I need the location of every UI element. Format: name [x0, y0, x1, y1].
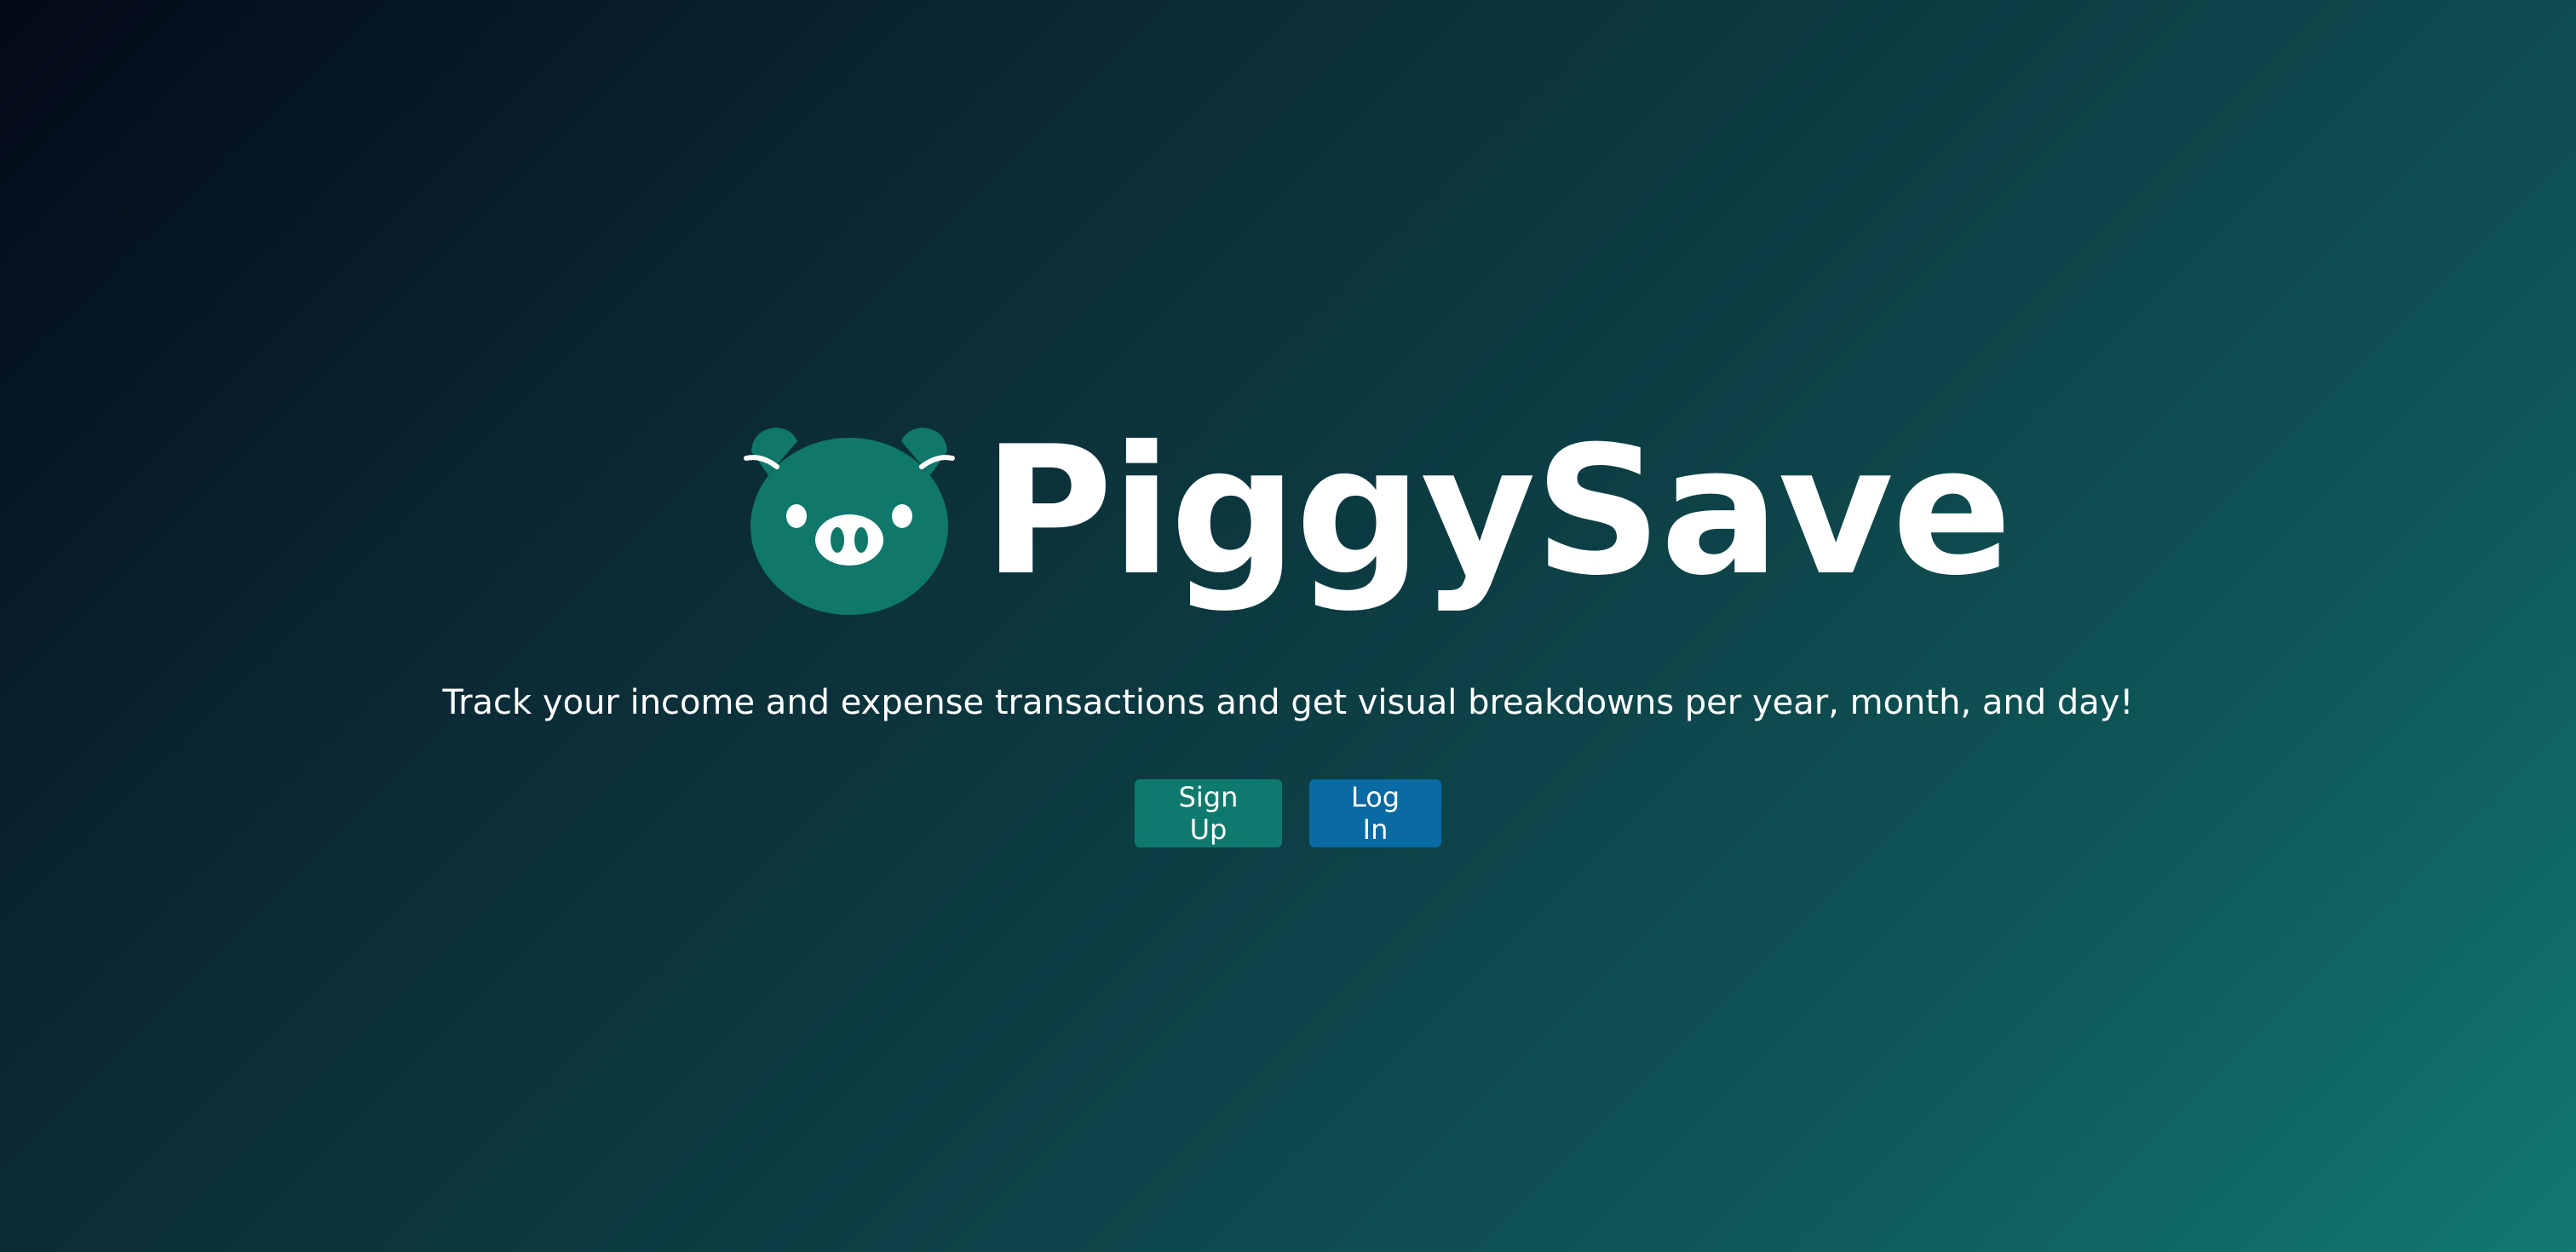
auth-actions: Sign Up Log In — [1135, 779, 1441, 847]
sign-up-button[interactable]: Sign Up — [1135, 779, 1282, 847]
brand-name: PiggySave — [983, 409, 2012, 615]
hero-tagline: Track your income and expense transactio… — [442, 683, 2134, 722]
brand-header: PiggySave — [743, 409, 2012, 618]
pig-face-icon — [744, 428, 955, 615]
landing-hero: PiggySave Track your income and expense … — [0, 0, 2576, 1252]
log-in-button[interactable]: Log In — [1309, 779, 1441, 847]
